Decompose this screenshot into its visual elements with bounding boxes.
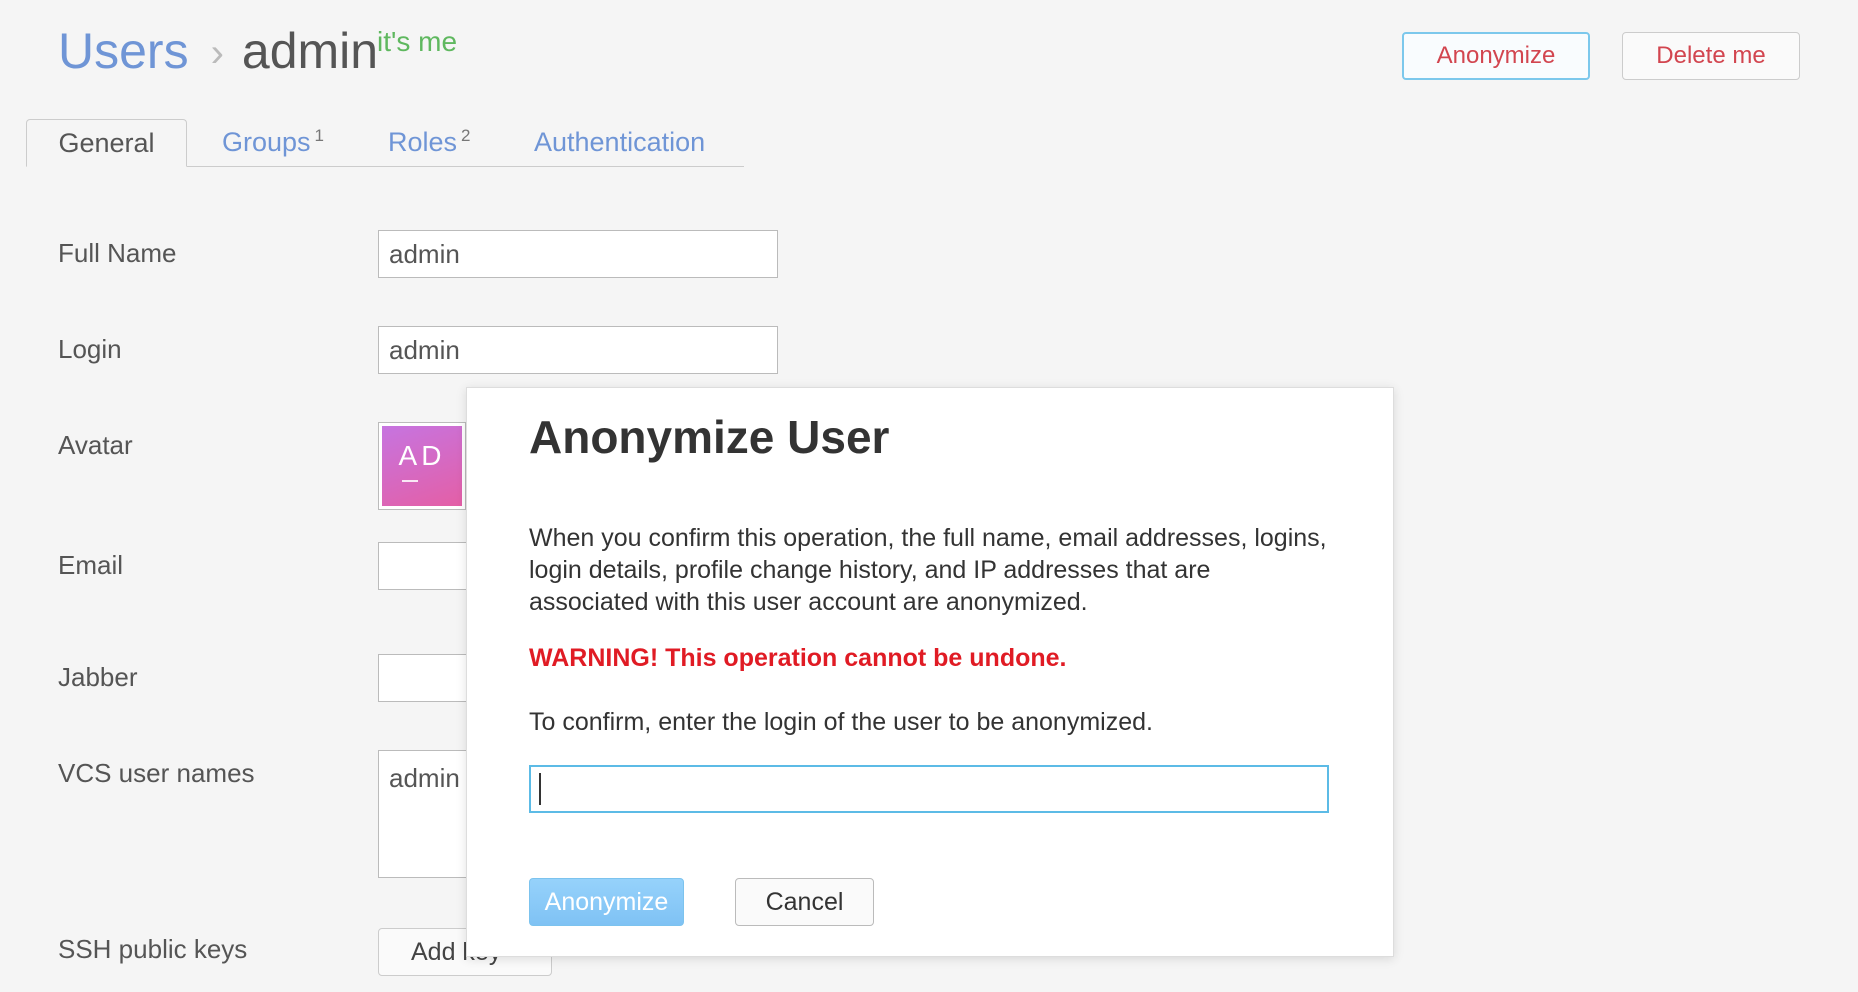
login-field[interactable]: [378, 326, 778, 374]
tab-groups[interactable]: Groups 1: [222, 118, 324, 166]
cancel-button[interactable]: Cancel: [735, 878, 874, 926]
login-label: Login: [58, 334, 122, 364]
confirm-login-input[interactable]: [529, 765, 1329, 813]
jabber-field[interactable]: [378, 654, 478, 702]
dialog-description: When you confirm this operation, the ful…: [529, 524, 1327, 616]
page-title: admin: [241, 23, 379, 79]
jabber-label: Jabber: [58, 662, 138, 692]
confirm-anonymize-button[interactable]: Anonymize: [529, 878, 684, 926]
tab-roles[interactable]: Roles 2: [388, 118, 471, 166]
email-label: Email: [58, 550, 124, 580]
tab-count: 2: [461, 126, 471, 145]
tab-label: Roles: [388, 126, 458, 157]
avatar-initials: AD: [398, 440, 446, 471]
vcs-user-names-label: VCS user names: [58, 758, 255, 788]
avatar-label: Avatar: [58, 430, 133, 460]
avatar[interactable]: AD: [378, 422, 466, 510]
tab-label: Groups: [222, 126, 311, 157]
text-caret: [539, 773, 541, 805]
anonymize-button[interactable]: Anonymize: [1402, 32, 1590, 80]
dialog-title: Anonymize User: [529, 411, 890, 463]
breadcrumb-users-link[interactable]: Users: [58, 22, 189, 80]
ssh-public-keys-label: SSH public keys: [58, 934, 248, 964]
avatar-image: AD: [382, 426, 462, 506]
breadcrumb: Users › admin: [58, 22, 378, 80]
full-name-label: Full Name: [58, 238, 177, 268]
full-name-field[interactable]: [378, 230, 778, 278]
tab-count: 1: [314, 126, 325, 145]
anonymize-user-dialog: Anonymize User When you confirm this ope…: [466, 387, 1394, 957]
tab-bar: General Groups 1 Roles 2 Authentication: [26, 118, 744, 167]
dialog-warning: WARNING! This operation cannot be undone…: [529, 644, 1067, 672]
tab-label: General: [58, 127, 155, 158]
vcs-user-names-textarea[interactable]: admin: [378, 750, 478, 878]
tab-general[interactable]: General: [26, 119, 187, 167]
chevron-right-icon: ›: [210, 31, 224, 75]
email-field[interactable]: [378, 542, 478, 590]
dialog-confirm-prompt: To confirm, enter the login of the user …: [529, 708, 1153, 736]
self-badge: it's me: [377, 26, 458, 57]
delete-me-button[interactable]: Delete me: [1622, 32, 1800, 80]
tab-label: Authentication: [534, 126, 706, 157]
tab-authentication[interactable]: Authentication: [534, 118, 705, 166]
avatar-underline: [402, 480, 418, 482]
user-profile-page: Users › admin it's me Anonymize Delete m…: [0, 0, 1858, 992]
